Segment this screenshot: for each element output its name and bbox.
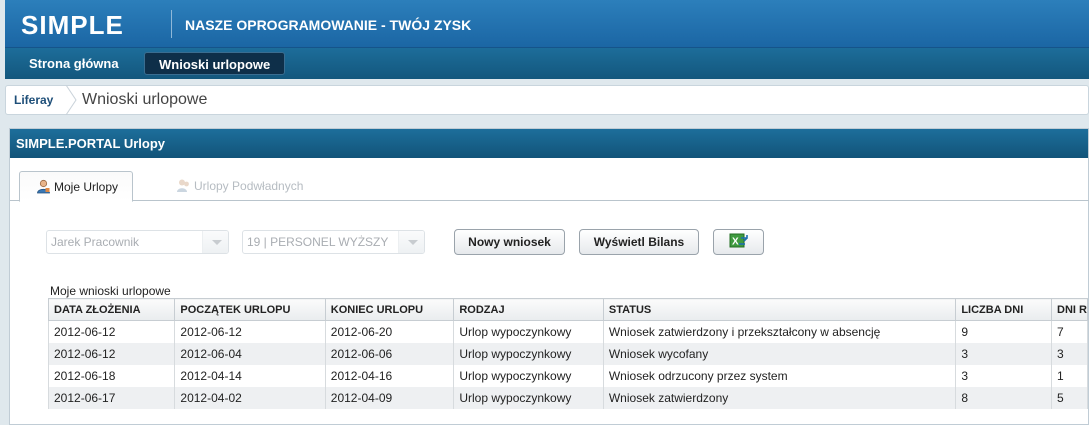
cell-status: Wniosek wycofany xyxy=(602,342,957,365)
header-slogan: NASZE OPROGRAMOWANIE - TWÓJ ZYSK xyxy=(185,17,472,33)
export-button[interactable]: X xyxy=(713,229,764,255)
cell-start-date: 2012-06-04 xyxy=(174,342,326,365)
cell-days-r: 5 xyxy=(1051,386,1088,409)
table-row[interactable]: 2012-06-18 2012-04-14 2012-04-16 Urlop w… xyxy=(47,364,1088,387)
excel-export-icon: X xyxy=(729,233,748,248)
cell-start-date: 2012-04-14 xyxy=(174,364,326,387)
portlet-title: SIMPLE.PORTAL Urlopy xyxy=(10,129,1088,158)
main-nav: Strona główna Wnioski urlopowe xyxy=(5,48,1089,79)
cell-submission-date: 2012-06-17 xyxy=(47,386,176,409)
tab-my-leaves[interactable]: Moje Urlopy xyxy=(19,171,134,202)
column-header-end-date[interactable]: KONIEC URLOPU xyxy=(324,298,455,321)
svg-text:X: X xyxy=(732,237,739,248)
cell-days-r: 3 xyxy=(1051,342,1088,365)
column-header-type[interactable]: RODZAJ xyxy=(453,298,604,321)
cell-type: Urlop wypoczynkowy xyxy=(453,364,604,387)
tab-my-leaves-label: Moje Urlopy xyxy=(54,180,119,194)
new-request-button[interactable]: Nowy wniosek xyxy=(454,229,565,255)
breadcrumb-current: Wnioski urlopowe xyxy=(82,91,208,108)
column-header-days-count[interactable]: LICZBA DNI xyxy=(955,298,1053,321)
column-header-days-r[interactable]: DNI R xyxy=(1051,298,1088,321)
cell-days-r: 1 xyxy=(1051,364,1088,387)
table-row[interactable]: 2012-06-17 2012-04-02 2012-04-09 Urlop w… xyxy=(47,386,1088,409)
users-icon xyxy=(177,179,189,192)
table-header-row: DATA ZŁOŻENIA POCZĄTEK URLOPU KONIEC URL… xyxy=(47,298,1088,321)
cell-status: Wniosek zatwierdzony i przekształcony w … xyxy=(602,320,957,343)
header-divider xyxy=(171,10,172,38)
cell-status: Wniosek zatwierdzony xyxy=(602,386,957,409)
table-row[interactable]: 2012-06-12 2012-06-04 2012-06-06 Urlop w… xyxy=(47,342,1088,365)
leave-requests-table: DATA ZŁOŻENIA POCZĄTEK URLOPU KONIEC URL… xyxy=(47,298,1088,409)
cell-end-date: 2012-06-06 xyxy=(324,342,455,365)
cell-days-count: 8 xyxy=(955,386,1053,409)
cell-submission-date: 2012-06-12 xyxy=(47,320,176,343)
cell-status: Wniosek odrzucony przez system xyxy=(602,364,957,387)
portlet-tabs: Moje Urlopy Urlopy Podwładnych xyxy=(10,171,1089,202)
cell-days-count: 3 xyxy=(955,342,1053,365)
cell-start-date: 2012-06-12 xyxy=(174,320,326,343)
nav-item-leave-requests[interactable]: Wnioski urlopowe xyxy=(144,52,286,75)
show-balance-button[interactable]: Wyświetl Bilans xyxy=(579,229,699,255)
tab-subordinates-leaves[interactable]: Urlopy Podwładnych xyxy=(160,171,317,202)
logo[interactable]: SIMPLE xyxy=(21,10,124,41)
breadcrumb-home[interactable]: Liferay xyxy=(14,93,53,107)
chevron-down-icon xyxy=(202,231,228,253)
cell-days-count: 9 xyxy=(955,320,1053,343)
employee-select[interactable]: Jarek Pracownik xyxy=(46,230,229,254)
cell-end-date: 2012-04-16 xyxy=(324,364,455,387)
breadcrumb: Liferay Wnioski urlopowe xyxy=(5,85,1089,115)
column-header-start-date[interactable]: POCZĄTEK URLOPU xyxy=(174,298,326,321)
group-select[interactable]: 19 | PERSONEL WYŻSZY xyxy=(242,230,425,254)
column-header-submission-date[interactable]: DATA ZŁOŻENIA xyxy=(47,298,176,321)
cell-type: Urlop wypoczynkowy xyxy=(453,320,604,343)
group-select-value: 19 | PERSONEL WYŻSZY xyxy=(247,235,389,249)
employee-select-value: Jarek Pracownik xyxy=(51,235,140,249)
nav-item-home[interactable]: Strona główna xyxy=(15,52,133,75)
list-caption: Moje wnioski urlopowe xyxy=(50,284,171,298)
cell-days-r: 7 xyxy=(1051,320,1088,343)
app-header: SIMPLE NASZE OPROGRAMOWANIE - TWÓJ ZYSK xyxy=(5,0,1089,48)
cell-submission-date: 2012-06-12 xyxy=(47,342,176,365)
cell-days-count: 3 xyxy=(955,364,1053,387)
cell-submission-date: 2012-06-18 xyxy=(47,364,176,387)
chevron-down-icon xyxy=(398,231,424,253)
tab-subordinates-label: Urlopy Podwładnych xyxy=(194,179,304,193)
table-row[interactable]: 2012-06-12 2012-06-12 2012-06-20 Urlop w… xyxy=(47,320,1088,343)
column-header-status[interactable]: STATUS xyxy=(602,298,957,321)
breadcrumb-separator-icon xyxy=(65,85,77,115)
cell-end-date: 2012-06-20 xyxy=(324,320,455,343)
cell-start-date: 2012-04-02 xyxy=(174,386,326,409)
cell-type: Urlop wypoczynkowy xyxy=(453,342,604,365)
user-icon xyxy=(37,179,50,194)
leave-portlet: SIMPLE.PORTAL Urlopy Moje Urlopy Urlopy … xyxy=(9,128,1089,425)
cell-type: Urlop wypoczynkowy xyxy=(453,386,604,409)
cell-end-date: 2012-04-09 xyxy=(324,386,455,409)
